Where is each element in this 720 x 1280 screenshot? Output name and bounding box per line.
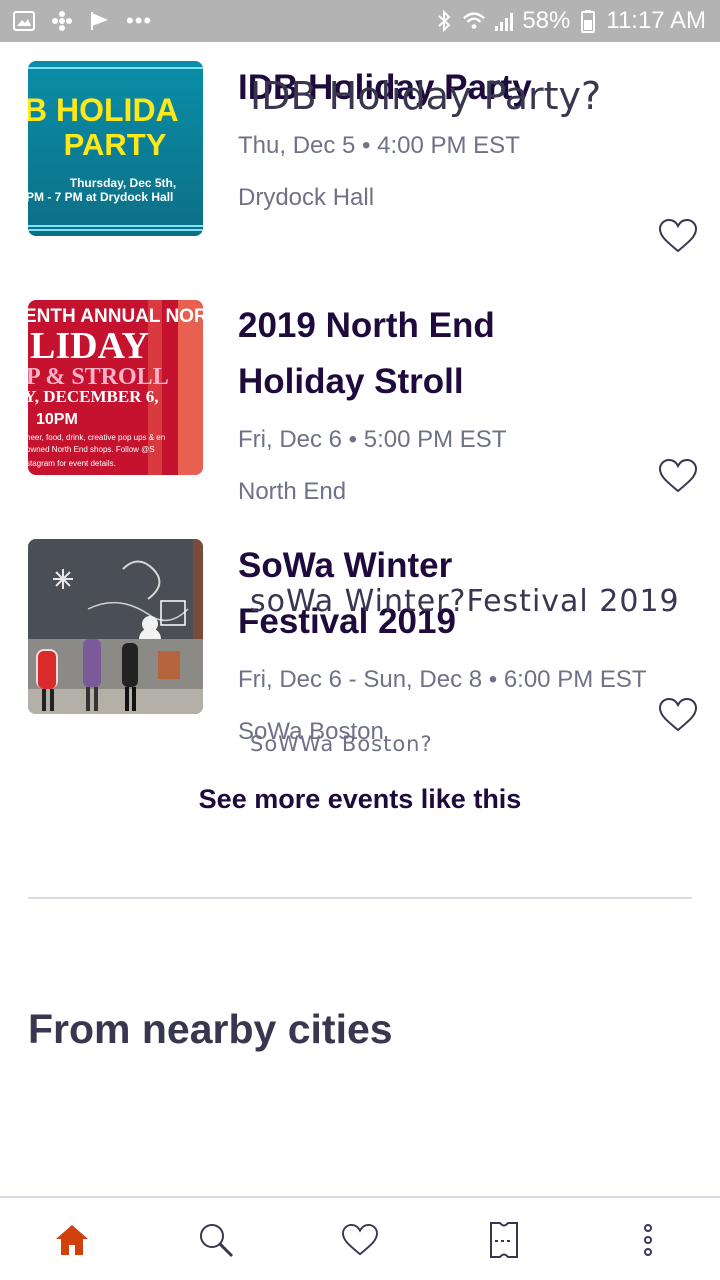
fan-icon — [50, 9, 74, 33]
see-more-events-link[interactable]: See more events like this — [0, 784, 720, 815]
battery-icon — [576, 9, 600, 33]
status-right: 58% 11:17 AM — [432, 0, 706, 42]
bluetooth-icon — [432, 9, 456, 33]
thumb-line-4: Y, DECEMBER 6, — [28, 387, 158, 406]
event-title[interactable]: 2019 North End Holiday Stroll — [238, 298, 678, 410]
nav-tickets[interactable] — [480, 1216, 528, 1264]
thumb-line-2: LIDAY — [30, 325, 149, 367]
nav-home[interactable] — [48, 1216, 96, 1264]
event-title-line: 2019 North End — [238, 306, 495, 345]
ticket-icon — [490, 1222, 518, 1258]
heart-icon[interactable] — [658, 458, 698, 494]
event-venue: North End — [238, 478, 347, 505]
thumb-line-6: heer, food, drink, creative pop ups & en — [28, 433, 165, 442]
status-left-icons: ••• — [12, 0, 152, 42]
thumb-line-1: ENTH ANNUAL NOR — [28, 306, 203, 327]
clock: 11:17 AM — [606, 7, 706, 34]
thumb-line-5: 10PM — [36, 411, 78, 428]
nav-more[interactable] — [624, 1216, 672, 1264]
thumb-line-4: PM - 7 PM at Drydock Hall — [28, 190, 173, 204]
event-date: Fri, Dec 6 - Sun, Dec 8 • 6:00 PM EST — [238, 666, 647, 693]
event-title-overlay: soWa Winter?Festival 2019 — [250, 584, 680, 619]
event-title-line: Holiday Stroll — [238, 362, 464, 401]
event-thumbnail: ENTH ANNUAL NOR LIDAY P & STROLL Y, DECE… — [28, 300, 203, 475]
thumb-line-1: B HOLIDA — [28, 92, 179, 128]
more-vertical-icon — [644, 1224, 652, 1256]
search-icon — [200, 1224, 234, 1258]
divider — [28, 897, 692, 899]
nav-search[interactable] — [192, 1216, 240, 1264]
event-thumbnail — [28, 539, 203, 714]
event-date: Thu, Dec 5 • 4:00 PM EST — [238, 132, 520, 159]
event-date: Fri, Dec 6 • 5:00 PM EST — [238, 426, 507, 453]
battery-percent: 58% — [522, 7, 571, 34]
home-icon — [56, 1225, 88, 1255]
thumb-line-3: Thursday, Dec 5th, — [70, 176, 176, 190]
signal-icon — [492, 9, 516, 33]
event-venue: Drydock Hall — [238, 184, 375, 211]
thumb-line-2: PARTY — [64, 127, 167, 162]
heart-icon[interactable] — [658, 697, 698, 733]
status-bar: ••• 58% 11:17 AM — [0, 0, 720, 42]
thumb-line-7: owned North End shops. Follow @S — [28, 445, 155, 454]
wifi-icon — [462, 9, 486, 33]
event-venue-overlay: SoWWa Boston? — [250, 732, 433, 756]
event-thumbnail: B HOLIDA PARTY Thursday, Dec 5th, PM - 7… — [28, 61, 203, 236]
section-title: From nearby cities — [28, 1006, 393, 1052]
event-title-overlay: IDB Holiday Party? — [250, 74, 602, 118]
gallery-icon — [12, 9, 36, 33]
heart-icon[interactable] — [658, 218, 698, 254]
flag-icon — [88, 9, 112, 33]
more-dots-icon: ••• — [126, 8, 153, 33]
nav-likes[interactable] — [336, 1216, 384, 1264]
bottom-nav — [0, 1196, 720, 1280]
thumb-line-8: stagram for event details. — [28, 459, 116, 468]
heart-icon — [342, 1223, 378, 1256]
